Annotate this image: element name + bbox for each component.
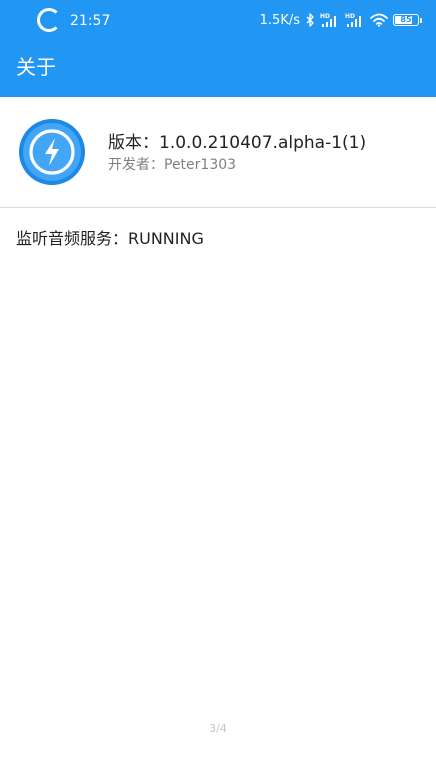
app-version: 版本：1.0.0.210407.alpha-1(1) bbox=[108, 133, 367, 153]
network-speed: 1.5K/s bbox=[259, 12, 300, 28]
app-developer: 开发者：Peter1303 bbox=[108, 157, 237, 173]
page-title: 关于 bbox=[16, 55, 56, 79]
section-divider bbox=[0, 207, 436, 208]
app-info-section: 版本：1.0.0.210407.alpha-1(1) 开发者：Peter1303 bbox=[0, 97, 436, 207]
status-bar: 21:57 1.5K/s HD HD 85 bbox=[0, 0, 436, 40]
svg-text:HD: HD bbox=[345, 13, 355, 20]
page-indicator: 3/4 bbox=[209, 722, 227, 735]
battery-tip bbox=[420, 17, 422, 23]
svg-text:HD: HD bbox=[320, 13, 330, 20]
lightning-bolt-icon bbox=[18, 118, 86, 186]
status-indicators: 1.5K/s HD HD 85 bbox=[260, 9, 422, 31]
signal-hd-icon: HD bbox=[320, 12, 340, 28]
loading-spinner-icon bbox=[37, 8, 61, 32]
about-screen: 21:57 1.5K/s HD HD 85 关于 版本：1.0.0.210407… bbox=[0, 0, 436, 781]
battery-icon: 85 bbox=[393, 14, 419, 26]
app-toolbar: 关于 bbox=[0, 40, 436, 97]
battery-level: 85 bbox=[400, 15, 412, 24]
service-status: 监听音频服务：RUNNING bbox=[16, 229, 204, 248]
bluetooth-icon bbox=[306, 13, 315, 27]
wifi-icon bbox=[370, 13, 388, 27]
signal-hd-icon: HD bbox=[345, 12, 365, 28]
status-time: 21:57 bbox=[70, 13, 111, 29]
